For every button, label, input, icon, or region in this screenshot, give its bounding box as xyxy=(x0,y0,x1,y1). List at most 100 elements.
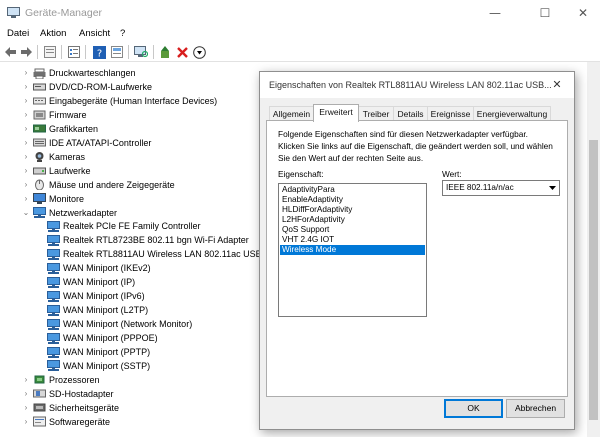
optical-drive-icon xyxy=(33,83,46,91)
expand-chevron-icon[interactable]: › xyxy=(22,192,30,206)
property-item[interactable]: Wireless Mode xyxy=(280,245,425,255)
menu-ansicht[interactable]: Ansicht xyxy=(79,28,110,39)
network-adapter-icon xyxy=(47,346,60,358)
close-button[interactable]: ✕ xyxy=(568,3,598,23)
tree-row[interactable]: Softwaregeräte xyxy=(33,415,110,429)
tree-row[interactable]: Realtek RTL8723BE 802.11 bgn Wi-Fi Adapt… xyxy=(47,233,249,247)
minimize-button[interactable]: — xyxy=(480,3,510,23)
maximize-button[interactable]: ☐ xyxy=(530,3,560,23)
expand-chevron-icon[interactable]: › xyxy=(22,108,30,122)
tree-row[interactable]: Eingabegeräte (Human Interface Devices) xyxy=(33,94,217,108)
tree-label: Grafikkarten xyxy=(49,123,99,134)
back-arrow-icon[interactable] xyxy=(3,45,17,59)
tree-row[interactable]: WAN Miniport (PPPOE) xyxy=(47,331,158,345)
tree-label: Sicherheitsgeräte xyxy=(49,402,120,413)
property-item[interactable]: VHT 2.4G IOT xyxy=(280,235,425,245)
tree-row[interactable]: IDE ATA/ATAPI-Controller xyxy=(33,136,151,150)
mouse-icon xyxy=(35,179,44,191)
dialog-close-button[interactable]: ✕ xyxy=(545,75,569,95)
expand-chevron-icon[interactable]: › xyxy=(22,122,30,136)
update-driver-icon[interactable] xyxy=(158,45,172,59)
expand-chevron-icon[interactable]: › xyxy=(22,373,30,387)
tree-label: Mäuse und andere Zeigegeräte xyxy=(49,179,175,190)
collapse-chevron-icon[interactable]: ⌄ xyxy=(22,206,30,220)
details-icon[interactable] xyxy=(110,45,124,59)
tree-row[interactable]: Monitore xyxy=(33,192,84,206)
property-item[interactable]: QoS Support xyxy=(280,225,425,235)
help-icon[interactable]: ? xyxy=(92,45,106,59)
property-item[interactable]: L2HForAdaptivity xyxy=(280,215,425,225)
property-item[interactable]: HLDiffForAdaptivity xyxy=(280,205,425,215)
tree-label: WAN Miniport (PPTP) xyxy=(63,347,151,357)
tree-row[interactable]: Realtek RTL8811AU Wireless LAN 802.11ac … xyxy=(47,247,277,261)
tree-row[interactable]: WAN Miniport (Network Monitor) xyxy=(47,317,192,331)
ide-controller-icon xyxy=(33,138,46,147)
network-adapter-icon xyxy=(47,332,60,344)
expand-chevron-icon[interactable]: › xyxy=(22,80,30,94)
expand-chevron-icon[interactable]: › xyxy=(22,415,30,429)
properties-view-icon[interactable] xyxy=(43,45,57,59)
device-manager-icon xyxy=(7,7,20,18)
tree-row[interactable]: Netzwerkadapter xyxy=(33,206,117,220)
tree-row[interactable]: Druckwarteschlangen xyxy=(33,66,136,80)
tree-row[interactable]: Laufwerke xyxy=(33,164,91,178)
tree-row[interactable]: WAN Miniport (L2TP) xyxy=(47,303,148,317)
tree-label: Eingabegeräte (Human Interface Devices) xyxy=(49,95,218,106)
network-adapter-icon xyxy=(47,276,60,288)
tree-row[interactable]: Prozessoren xyxy=(33,373,100,387)
tree-row[interactable]: Firmware xyxy=(33,108,87,122)
printer-icon xyxy=(33,68,46,79)
tree-row[interactable]: Mäuse und andere Zeigegeräte xyxy=(33,178,175,192)
forward-arrow-icon[interactable] xyxy=(19,45,33,59)
list-view-icon[interactable] xyxy=(67,45,81,59)
uninstall-icon[interactable] xyxy=(175,45,189,59)
svg-text:?: ? xyxy=(96,48,101,59)
description-line: Folgende Eigenschaften sind für diesen N… xyxy=(278,129,528,139)
tab-erweitert[interactable]: Erweitert xyxy=(313,104,359,122)
expand-chevron-icon[interactable]: › xyxy=(22,164,30,178)
description-line: Sie den Wert auf der rechten Seite aus. xyxy=(278,153,424,163)
tree-row[interactable]: Realtek PCIe FE Family Controller xyxy=(47,219,201,233)
value-dropdown[interactable]: IEEE 802.11a/n/ac xyxy=(442,180,560,196)
expand-chevron-icon[interactable]: › xyxy=(22,150,30,164)
scan-hardware-icon[interactable] xyxy=(134,45,148,59)
scrollbar-thumb[interactable] xyxy=(589,140,598,420)
tree-row[interactable]: WAN Miniport (IPv6) xyxy=(47,289,145,303)
network-adapter-icon xyxy=(33,207,46,218)
tree-label: Realtek PCIe FE Family Controller xyxy=(63,221,201,232)
value-dropdown-text: IEEE 802.11a/n/ac xyxy=(446,183,514,192)
expand-chevron-icon[interactable]: › xyxy=(22,136,30,150)
menu-datei[interactable]: Datei xyxy=(7,28,29,39)
expand-chevron-icon[interactable]: › xyxy=(22,178,30,192)
tree-row[interactable]: Grafikkarten xyxy=(33,122,98,136)
tree-row[interactable]: DVD/CD-ROM-Laufwerke xyxy=(33,80,152,94)
property-label: Eigenschaft: xyxy=(278,169,324,179)
network-adapter-icon xyxy=(47,234,60,246)
expand-chevron-icon[interactable]: › xyxy=(22,401,30,415)
description-text: Folgende Eigenschaften sind für diesen N… xyxy=(278,128,558,164)
property-item[interactable]: EnableAdaptivity xyxy=(280,195,425,205)
tree-row[interactable]: WAN Miniport (IP) xyxy=(47,275,135,289)
tree-label: WAN Miniport (L2TP) xyxy=(63,305,149,316)
menu-aktion[interactable]: Aktion xyxy=(40,28,66,39)
expand-chevron-icon[interactable]: › xyxy=(22,387,30,401)
tree-label: Monitore xyxy=(49,193,85,204)
tree-scrollbar[interactable] xyxy=(587,62,600,437)
chevron-down-icon[interactable] xyxy=(545,181,559,195)
camera-icon xyxy=(35,152,44,163)
tree-row[interactable]: SD-Hostadapter xyxy=(33,387,114,401)
network-adapter-icon xyxy=(47,220,60,232)
tree-row[interactable]: Kameras xyxy=(33,150,85,164)
menu-help[interactable]: ? xyxy=(120,28,125,39)
enable-device-icon[interactable] xyxy=(192,45,206,59)
expand-chevron-icon[interactable]: › xyxy=(22,66,30,80)
tree-row[interactable]: WAN Miniport (IKEv2) xyxy=(47,261,151,275)
ok-button[interactable]: OK xyxy=(444,399,503,418)
tree-row[interactable]: WAN Miniport (SSTP) xyxy=(47,359,150,373)
property-item[interactable]: AdaptivityPara xyxy=(280,185,425,195)
tree-row[interactable]: Sicherheitsgeräte xyxy=(33,401,119,415)
property-list[interactable]: AdaptivityPara EnableAdaptivity HLDiffForA… xyxy=(278,183,427,317)
expand-chevron-icon[interactable]: › xyxy=(22,94,30,108)
tree-row[interactable]: WAN Miniport (PPTP) xyxy=(47,345,150,359)
cancel-button[interactable]: Abbrechen xyxy=(506,399,565,418)
